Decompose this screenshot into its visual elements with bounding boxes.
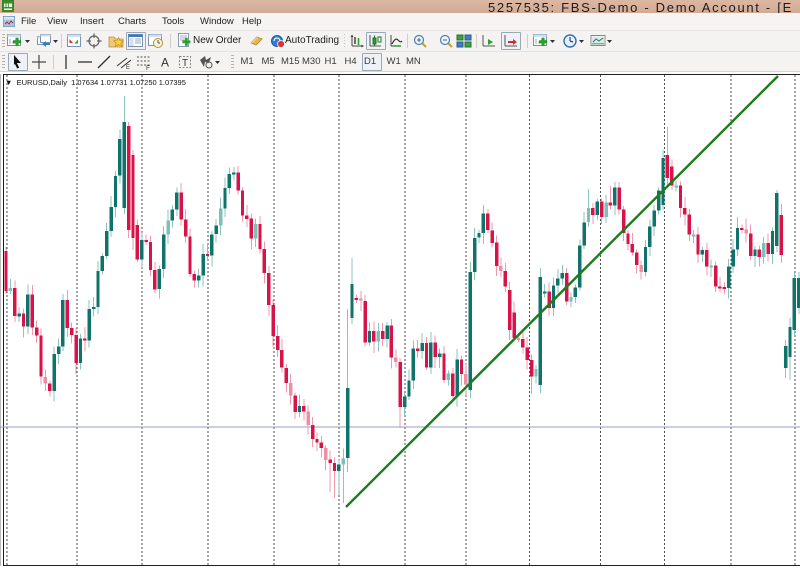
svg-text:E: E (126, 65, 130, 70)
svg-text:A: A (161, 56, 169, 70)
svg-text:F: F (146, 65, 150, 70)
svg-text:T: T (182, 58, 188, 69)
